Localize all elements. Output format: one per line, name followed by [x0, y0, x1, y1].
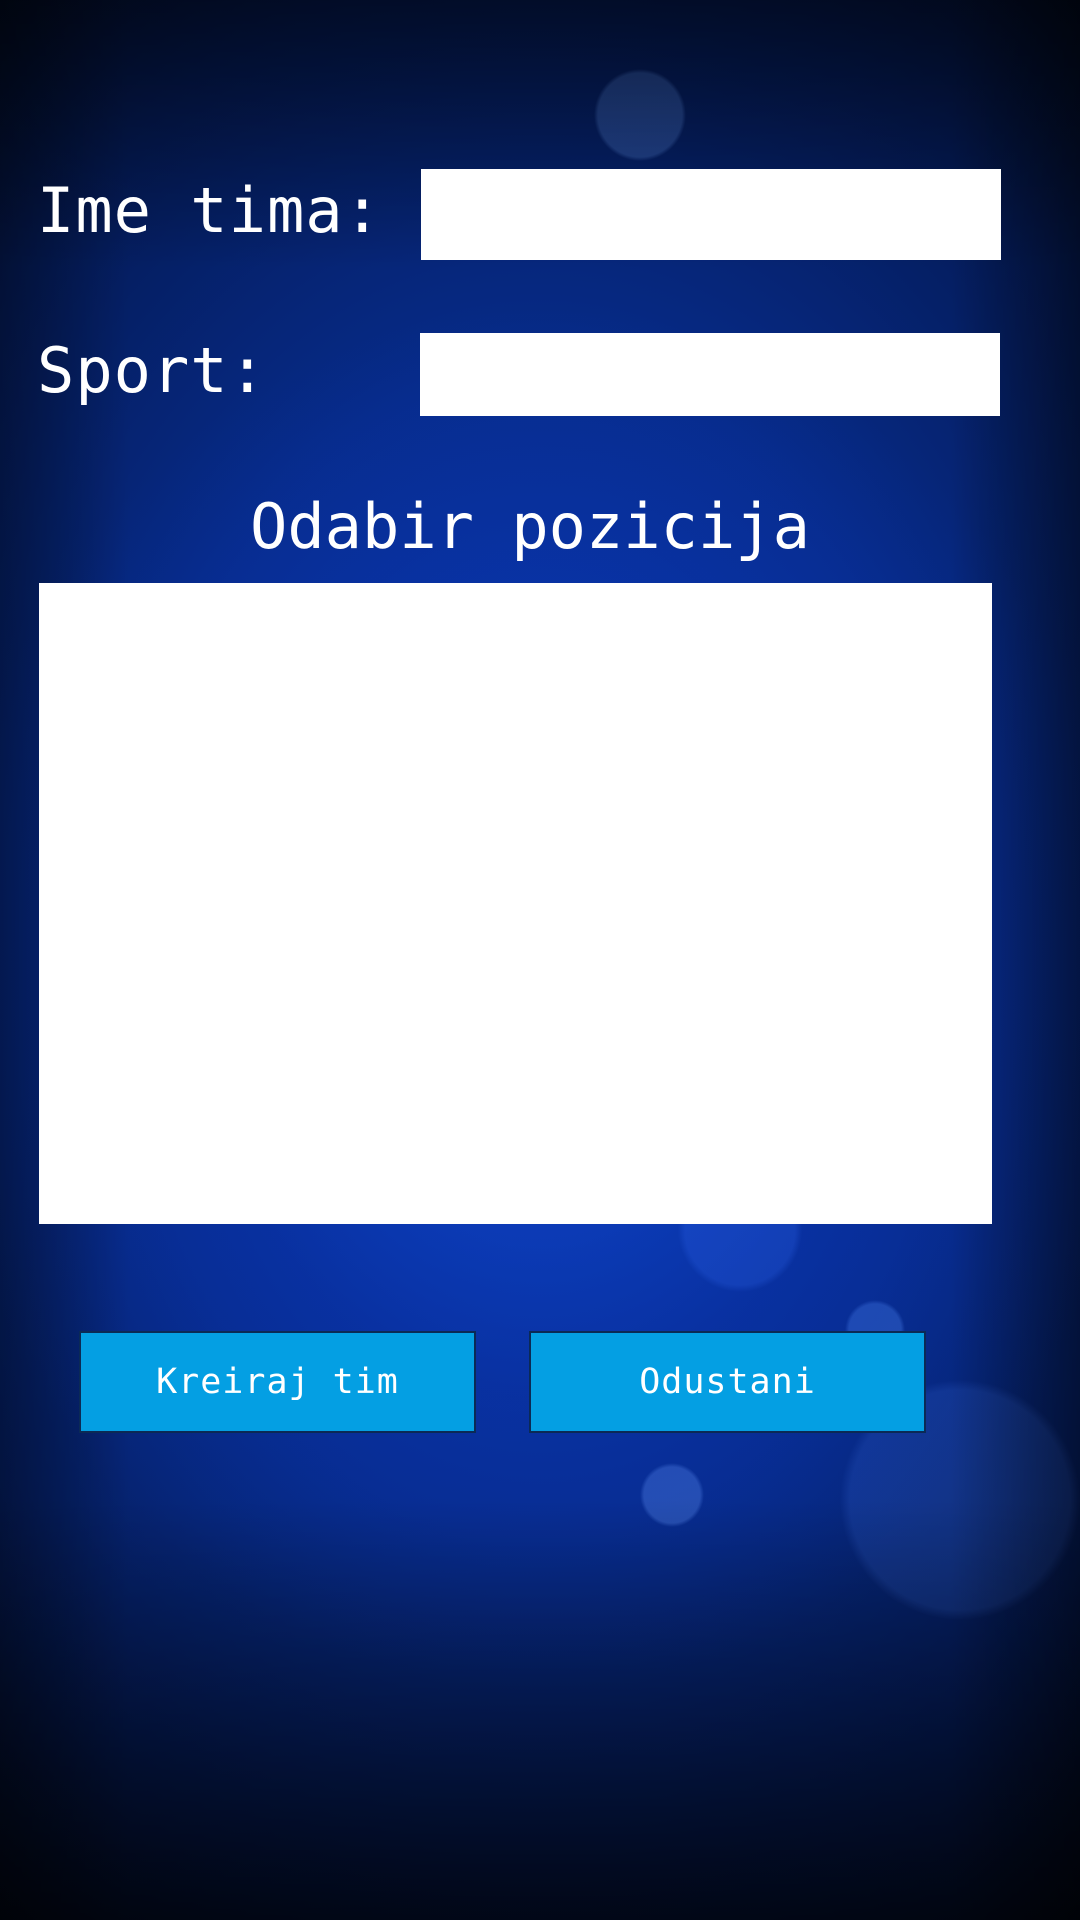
create-team-button[interactable]: Kreiraj tim	[79, 1331, 476, 1433]
team-name-input[interactable]	[421, 169, 1001, 260]
sport-label: Sport:	[37, 334, 267, 407]
sport-input[interactable]	[420, 333, 1000, 416]
positions-title: Odabir pozicija	[250, 490, 810, 563]
cancel-button[interactable]: Odustani	[529, 1331, 926, 1433]
team-name-label: Ime tima:	[37, 174, 382, 247]
positions-list[interactable]	[39, 583, 992, 1224]
